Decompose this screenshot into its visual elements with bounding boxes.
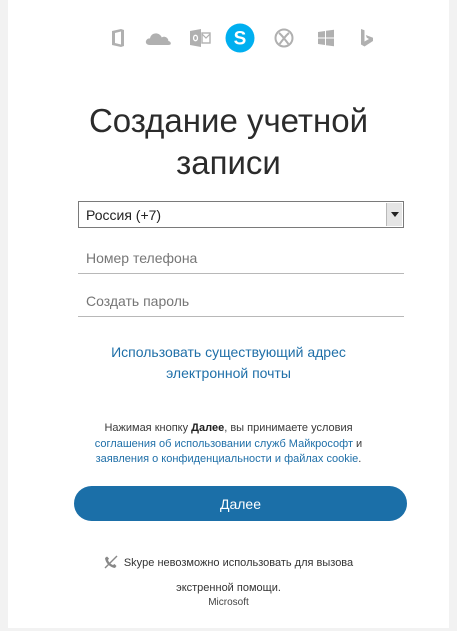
chevron-down-icon[interactable] (386, 203, 402, 226)
emergency-notice: Skype невозможно использовать для вызова… (8, 552, 449, 599)
svg-text:S: S (234, 29, 247, 50)
terms-end: . (358, 453, 362, 465)
page-title-line2: записи (176, 144, 281, 181)
page-title-line1: Создание учетной (88, 102, 369, 139)
app-switcher: S (8, 20, 449, 56)
outlook-icon[interactable] (186, 20, 214, 56)
terms-of-use-link[interactable]: соглашения об использовании служб Майкро… (95, 438, 353, 450)
office-icon[interactable] (104, 20, 132, 56)
use-email-link[interactable]: Использовать существующий адрес электрон… (8, 342, 449, 384)
windows-icon[interactable] (312, 20, 340, 56)
password-field[interactable] (78, 286, 404, 317)
phone-input[interactable] (78, 243, 404, 273)
terms-suffix: , вы принимаете условия (224, 422, 353, 434)
bing-icon[interactable] (353, 20, 381, 56)
use-email-link-line1: Использовать существующий адрес (111, 344, 346, 360)
onedrive-icon[interactable] (144, 20, 172, 56)
xbox-icon[interactable] (270, 20, 298, 56)
next-button[interactable]: Далее (74, 486, 407, 521)
terms-and: и (352, 437, 363, 450)
page-title: Создание учетной записи (8, 100, 449, 184)
skype-icon[interactable]: S (225, 20, 255, 56)
password-input[interactable] (78, 286, 404, 316)
country-select[interactable]: Россия (+7) (78, 201, 404, 228)
microsoft-footer: Microsoft (208, 597, 249, 608)
terms-text: Нажимая кнопку Далее, вы принимаете усло… (8, 421, 449, 468)
no-call-icon (104, 555, 118, 577)
privacy-statement-link[interactable]: заявления о конфиденциальности и файлах … (96, 453, 359, 465)
country-select-value: Россия (+7) (86, 207, 162, 223)
terms-prefix: Нажимая кнопку (104, 422, 192, 434)
emergency-notice-line1: Skype невозможно использовать для вызова (123, 557, 354, 569)
emergency-notice-line2: экстренной помощи. (176, 582, 281, 594)
terms-bold: Далее (191, 422, 225, 434)
phone-field[interactable] (78, 243, 404, 274)
signup-card: S Создание учетной записи Россия (+7) Но… (8, 0, 449, 628)
use-email-link-line2: электронной почты (166, 365, 291, 381)
